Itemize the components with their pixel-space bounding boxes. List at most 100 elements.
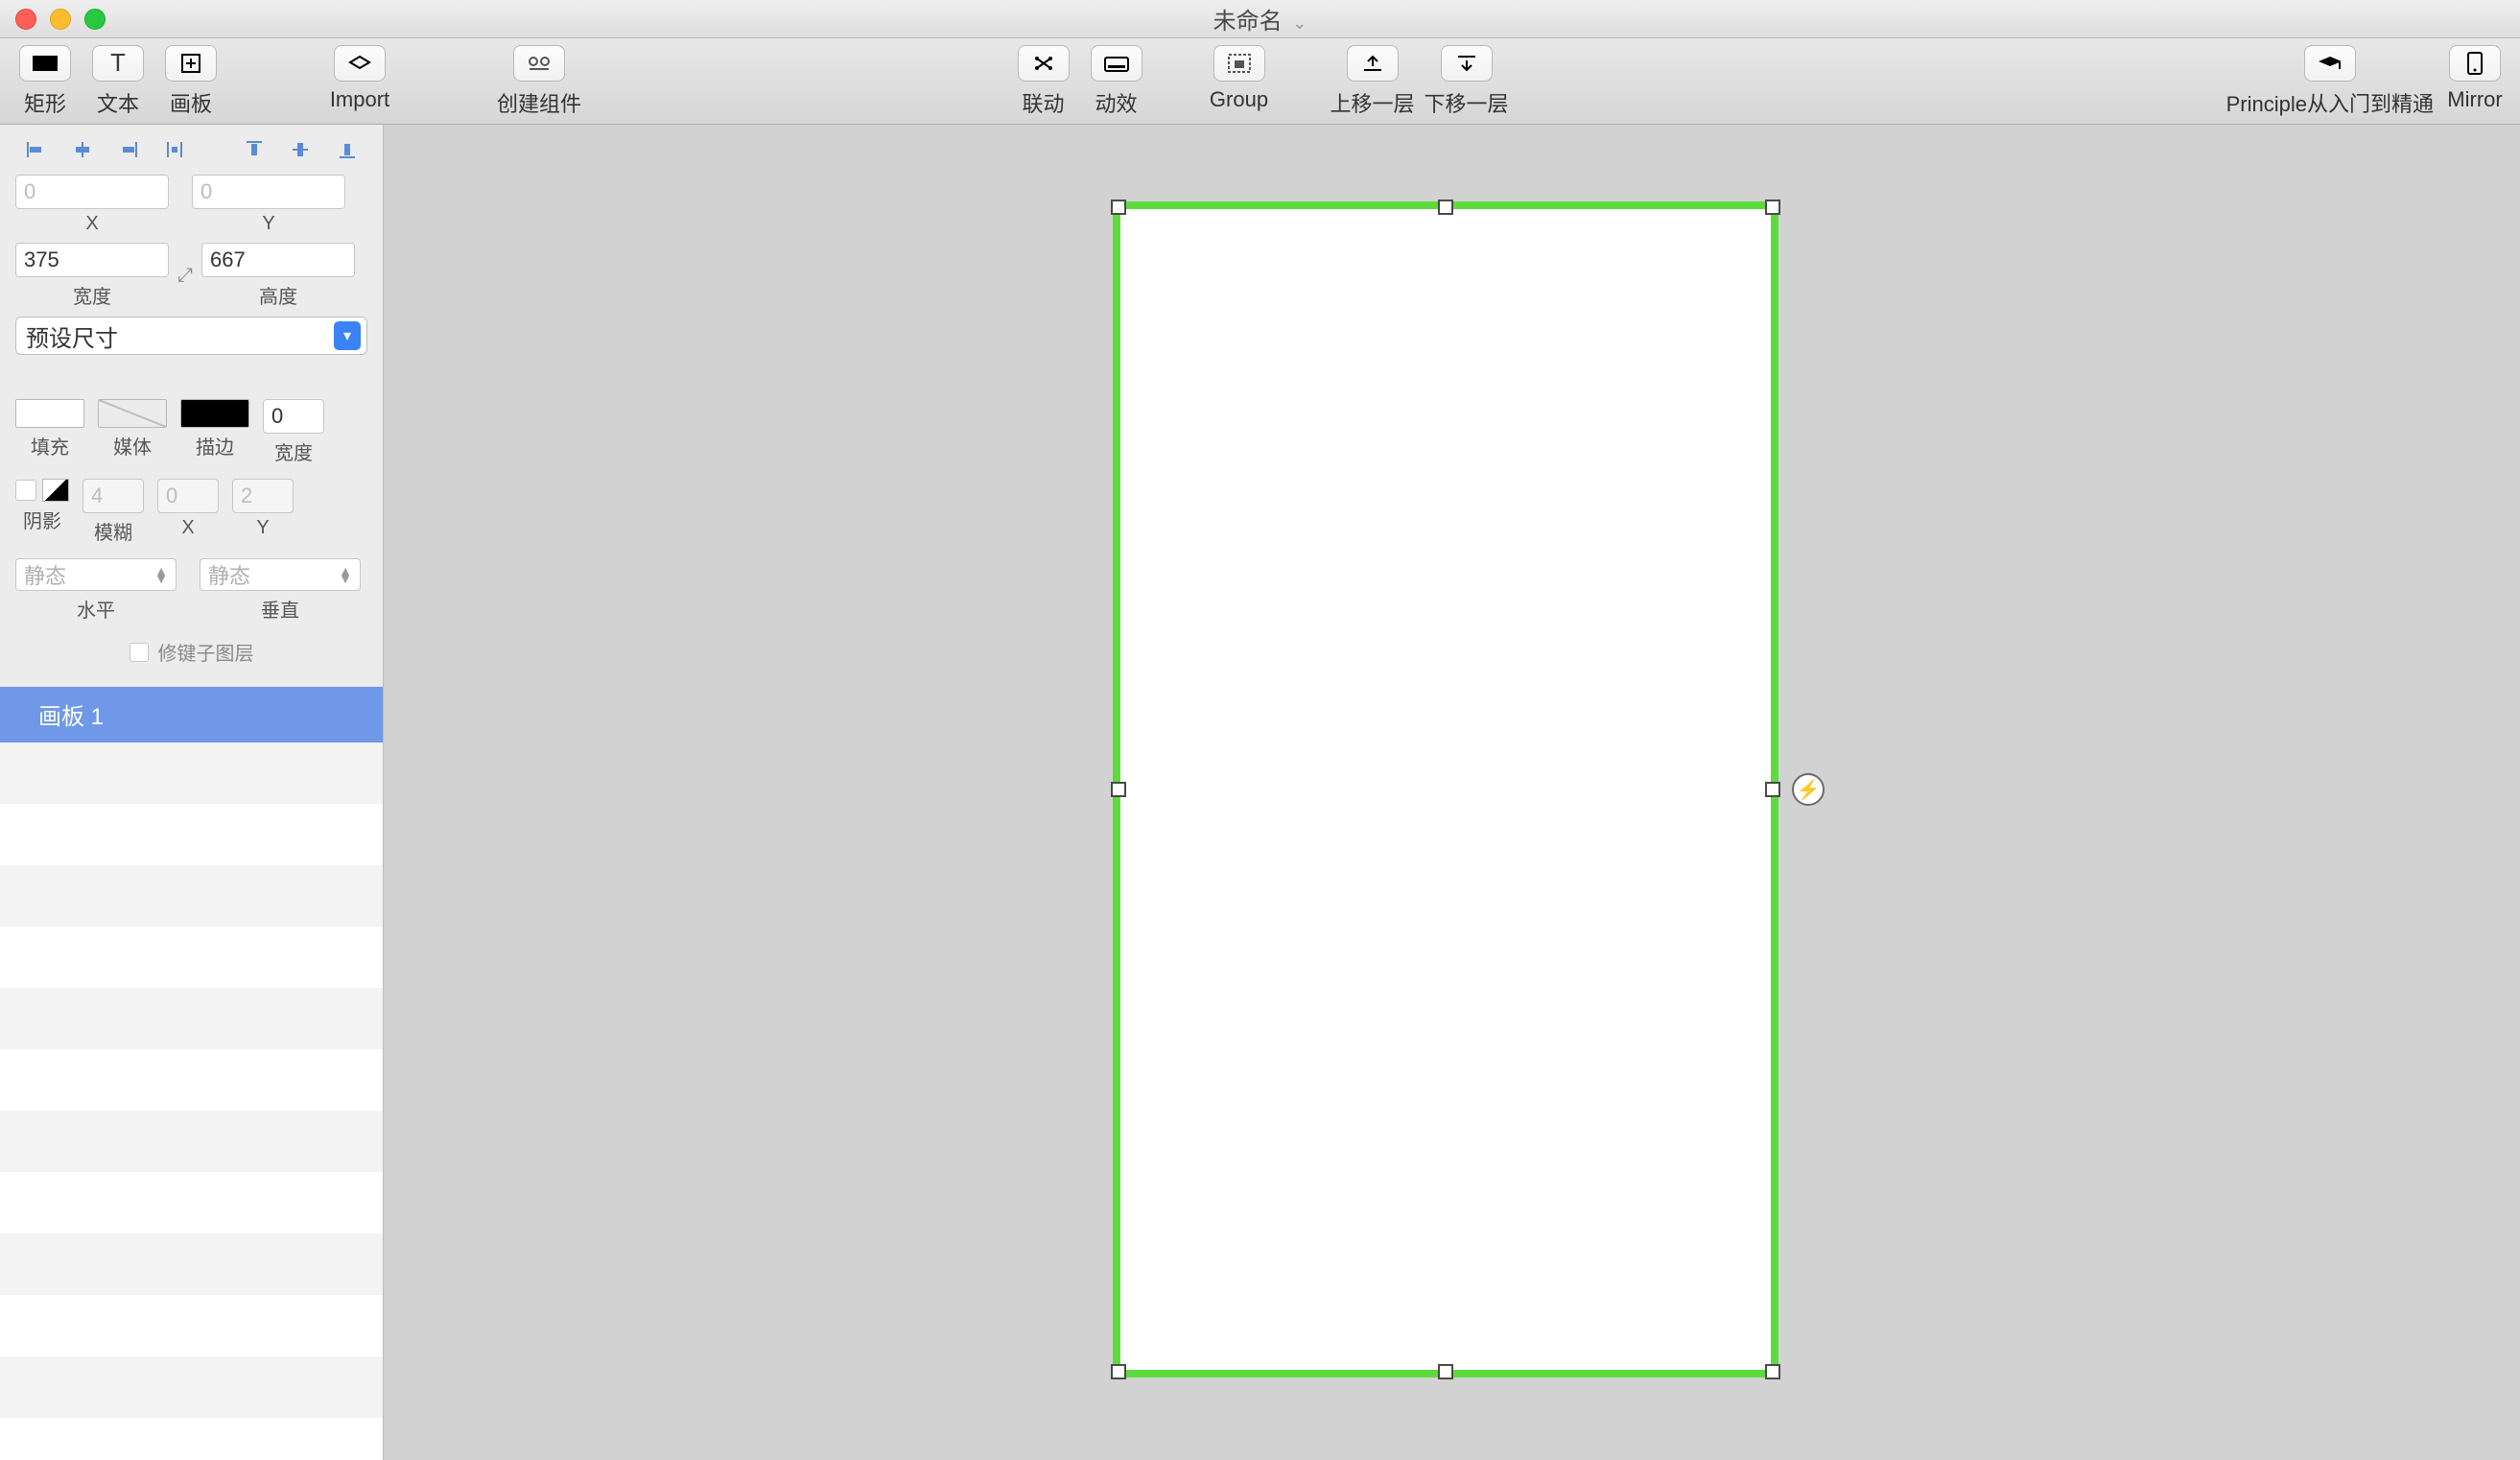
- resize-handle-ml[interactable]: [1111, 782, 1126, 797]
- layer-item-selected[interactable]: 画板 1: [0, 687, 383, 742]
- resize-handle-mr[interactable]: [1765, 782, 1780, 797]
- tool-animate[interactable]: 动效: [1084, 45, 1147, 118]
- align-top-icon[interactable]: [244, 138, 265, 161]
- shadow-x-input[interactable]: [157, 479, 219, 513]
- tool-artboard[interactable]: 画板: [159, 45, 223, 118]
- align-bottom-icon[interactable]: [337, 138, 358, 161]
- list-item: [0, 742, 383, 804]
- y-label: Y: [262, 213, 274, 235]
- select-stepper-icon: ▲▼: [154, 567, 168, 582]
- shadow-x-label: X: [181, 517, 194, 539]
- resize-handle-tm[interactable]: [1438, 200, 1453, 215]
- layer-name: 画板 1: [38, 697, 104, 731]
- document-title: 未命名: [1213, 9, 1283, 35]
- tool-drivers-label: 联动: [1022, 87, 1064, 118]
- tool-rectangle[interactable]: 矩形: [13, 45, 77, 118]
- artboard-selected[interactable]: ⚡: [1113, 201, 1778, 1378]
- blur-label: 模糊: [94, 517, 132, 545]
- document-title-chevron-icon[interactable]: ⌄: [1292, 13, 1307, 33]
- list-item: [0, 1049, 383, 1111]
- x-input[interactable]: [15, 175, 169, 209]
- y-input[interactable]: [192, 175, 345, 209]
- height-input[interactable]: [201, 243, 355, 277]
- titlebar: 未命名 ⌄: [0, 0, 2520, 38]
- tool-rectangle-label: 矩形: [24, 87, 66, 118]
- align-left-icon[interactable]: [25, 138, 46, 161]
- resize-handle-bl[interactable]: [1111, 1364, 1126, 1379]
- media-label: 媒体: [113, 432, 152, 459]
- stroke-label: 描边: [196, 432, 234, 459]
- vertical-label: 垂直: [261, 595, 299, 623]
- stroke-width-input[interactable]: [263, 399, 324, 434]
- shadow-y-label: Y: [256, 517, 269, 539]
- tool-group[interactable]: Group: [1207, 45, 1270, 112]
- tool-mirror[interactable]: Mirror: [2443, 45, 2507, 112]
- select-stepper-icon: ▲▼: [339, 567, 352, 582]
- tool-drivers[interactable]: 联动: [1011, 45, 1074, 118]
- tool-animate-label: 动效: [1095, 87, 1137, 118]
- vertical-scroll-select[interactable]: 静态 ▲▼: [200, 558, 361, 591]
- shadow-checkbox[interactable]: [15, 480, 36, 501]
- tool-mirror-label: Mirror: [2447, 87, 2502, 112]
- window-minimize-button[interactable]: [50, 9, 71, 30]
- preset-size-select[interactable]: 预设尺寸 ▾: [15, 317, 367, 355]
- tool-bring-forward[interactable]: 上移一层: [1330, 45, 1414, 118]
- tool-import-label: Import: [330, 87, 389, 112]
- list-item: [0, 1172, 383, 1234]
- list-item: [0, 1234, 383, 1295]
- preset-size-label: 预设尺寸: [26, 319, 118, 353]
- list-item: [0, 988, 383, 1049]
- distribute-h-icon[interactable]: [164, 138, 185, 161]
- tool-create-component-label: 创建组件: [497, 87, 581, 118]
- align-center-h-icon[interactable]: [71, 138, 92, 161]
- tool-send-backward-label: 下移一层: [1425, 87, 1509, 118]
- vertical-scroll-value: 静态: [208, 559, 250, 590]
- list-item: [0, 1295, 383, 1356]
- align-center-v-icon[interactable]: [290, 138, 311, 161]
- window-close-button[interactable]: [15, 9, 36, 30]
- horizontal-label: 水平: [77, 595, 115, 623]
- resize-handle-br[interactable]: [1765, 1364, 1780, 1379]
- horizontal-scroll-value: 静态: [24, 559, 66, 590]
- list-item: [0, 1418, 383, 1460]
- lightning-icon[interactable]: ⚡: [1792, 773, 1825, 806]
- tool-text-label: 文本: [97, 87, 139, 118]
- shadow-y-input[interactable]: [232, 479, 294, 513]
- height-label: 高度: [259, 281, 297, 309]
- tool-artboard-label: 画板: [170, 87, 212, 118]
- list-item: [0, 804, 383, 865]
- tool-text[interactable]: T 文本: [86, 45, 150, 118]
- x-label: X: [85, 213, 98, 235]
- fill-swatch[interactable]: [15, 399, 84, 428]
- width-input[interactable]: [15, 243, 169, 277]
- window-maximize-button[interactable]: [84, 9, 106, 30]
- canvas[interactable]: ⚡: [384, 125, 2520, 1460]
- resize-handle-tl[interactable]: [1111, 200, 1126, 215]
- list-item: [0, 865, 383, 927]
- blur-input[interactable]: [82, 479, 144, 513]
- align-right-icon[interactable]: [118, 138, 139, 161]
- fill-label: 填充: [31, 432, 69, 459]
- toolbar: 矩形 T 文本 画板 Import 创建组件: [0, 38, 2520, 125]
- lock-aspect-icon[interactable]: ⤢: [175, 265, 196, 287]
- list-item: [0, 927, 383, 988]
- horizontal-scroll-select[interactable]: 静态 ▲▼: [15, 558, 177, 591]
- tool-import[interactable]: Import: [328, 45, 391, 112]
- tool-tutorial-label: Principle从入门到精通: [2226, 87, 2434, 118]
- resize-handle-bm[interactable]: [1438, 1364, 1453, 1379]
- tool-tutorial[interactable]: Principle从入门到精通: [2226, 45, 2434, 118]
- tool-group-label: Group: [1210, 87, 1268, 112]
- list-item: [0, 1356, 383, 1418]
- clip-sublayers-checkbox[interactable]: [130, 643, 149, 662]
- layers-list: 画板 1: [0, 687, 383, 1460]
- tool-create-component[interactable]: 创建组件: [497, 45, 581, 118]
- clip-sublayers-label: 修键子图层: [158, 638, 254, 666]
- tool-send-backward[interactable]: 下移一层: [1425, 45, 1509, 118]
- media-swatch[interactable]: [98, 399, 167, 428]
- shadow-color-swatch[interactable]: [42, 479, 69, 502]
- stroke-width-label: 宽度: [274, 437, 313, 465]
- list-item: [0, 1111, 383, 1172]
- resize-handle-tr[interactable]: [1765, 200, 1780, 215]
- stroke-swatch[interactable]: [180, 399, 249, 428]
- inspector-panel: X Y 宽度 ⤢ 高度: [0, 125, 384, 1460]
